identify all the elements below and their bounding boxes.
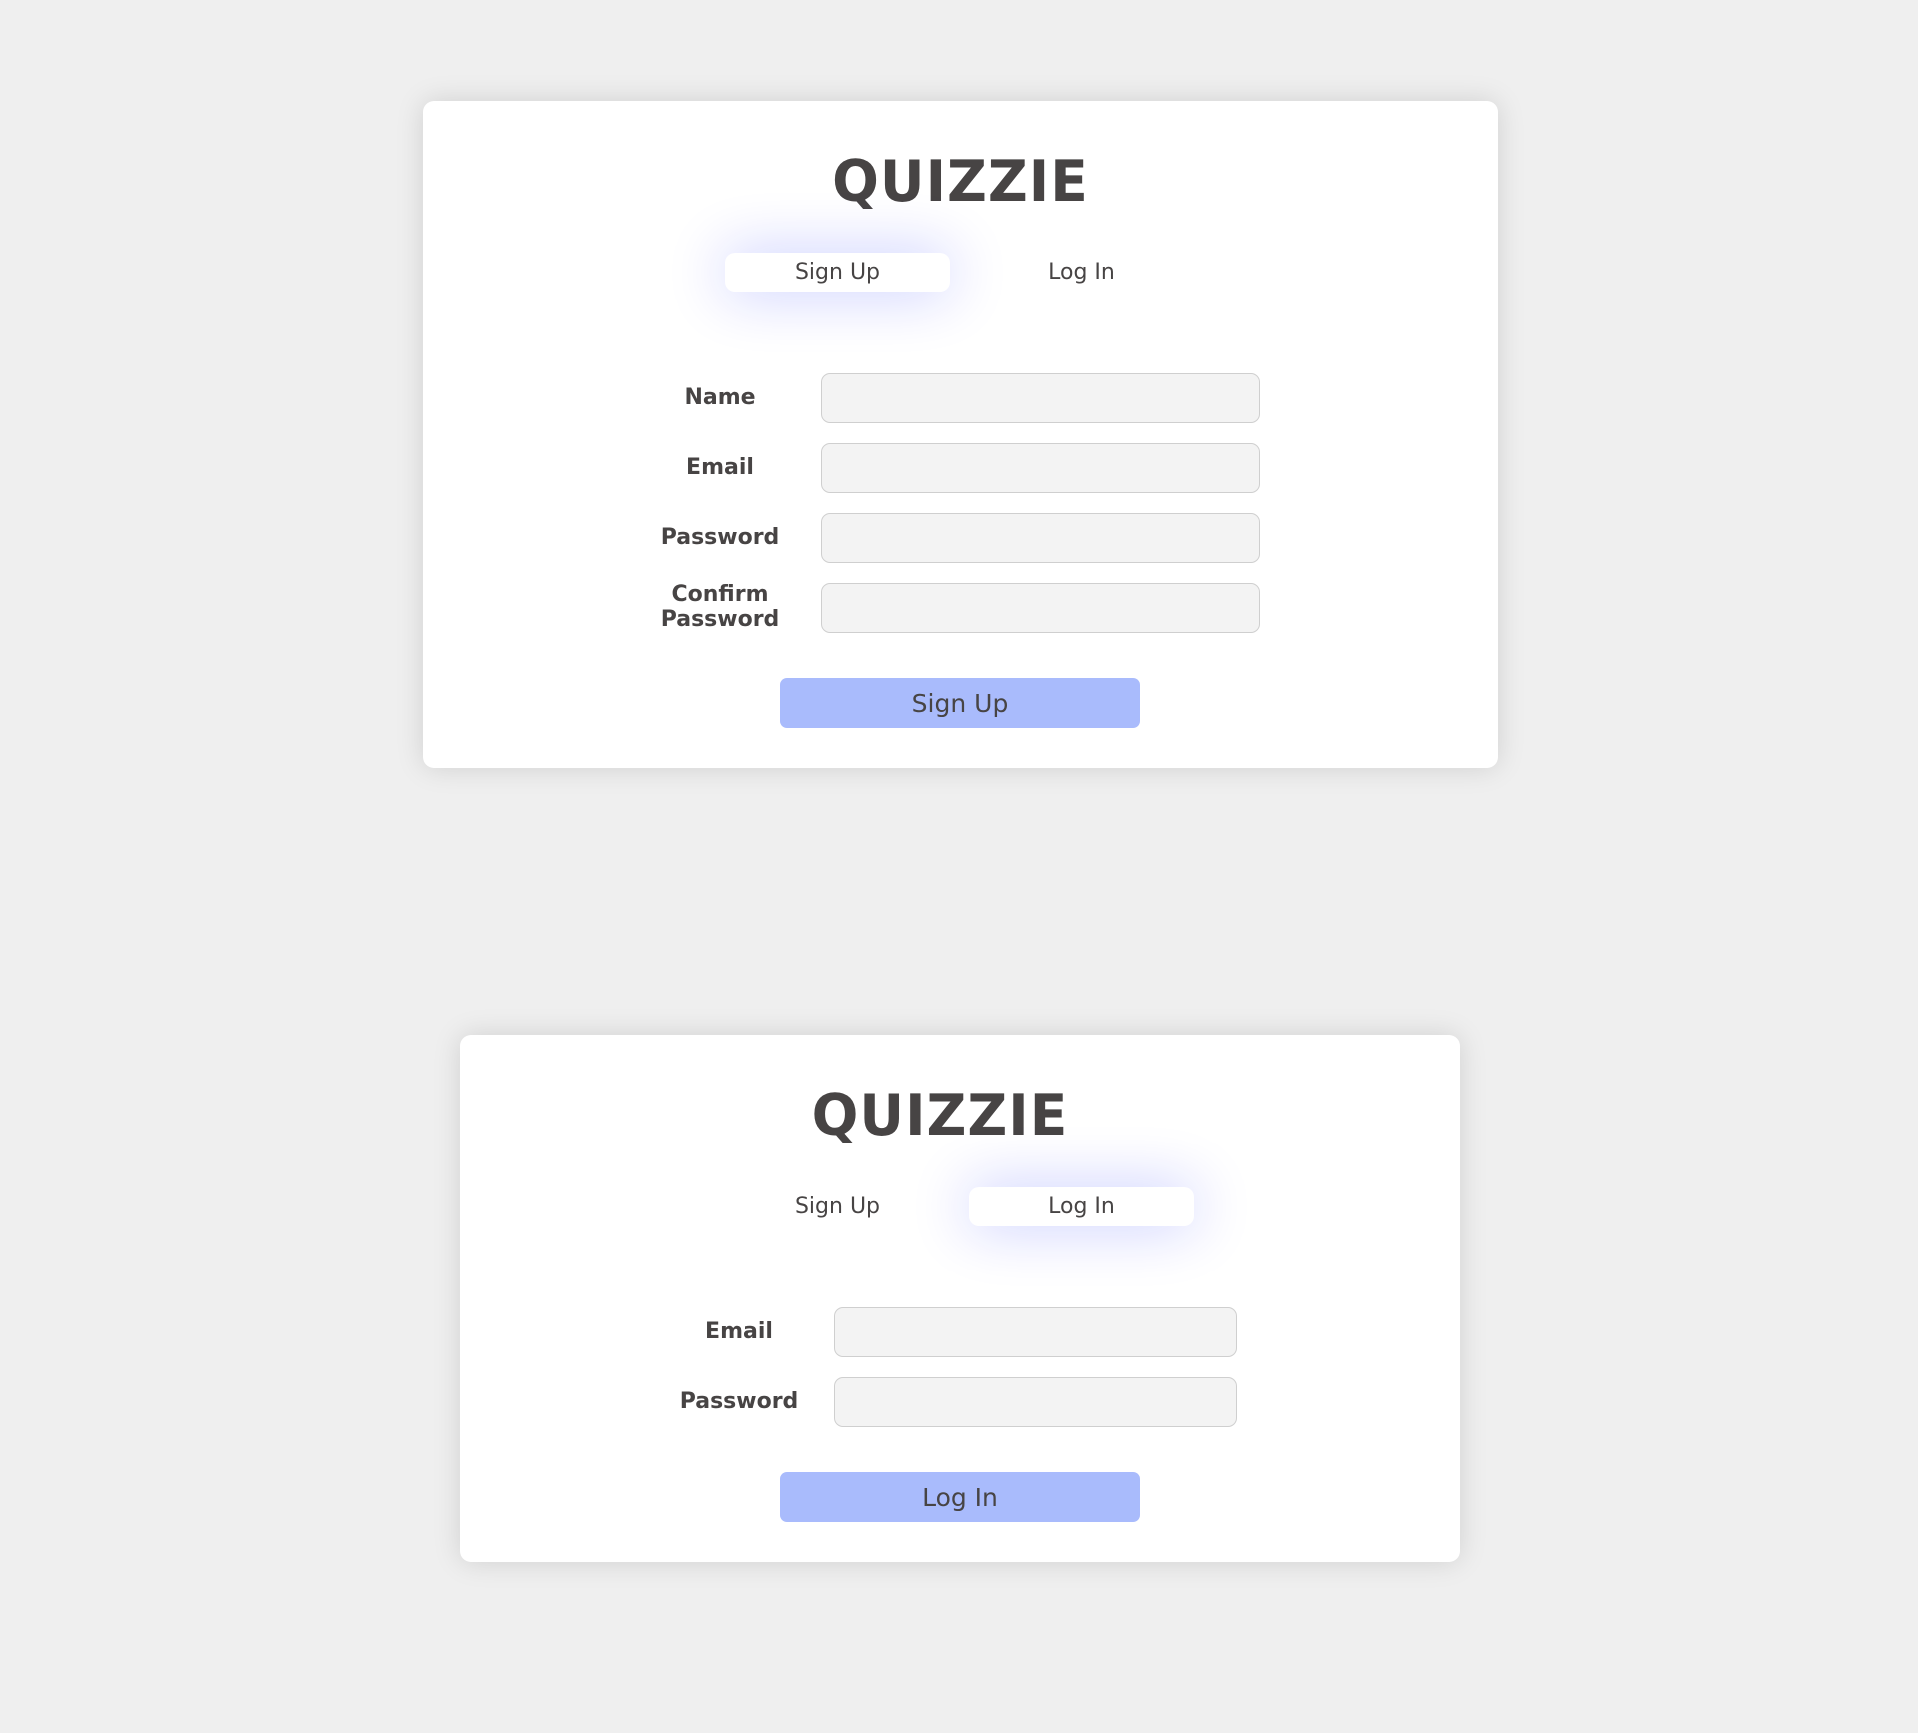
email-input[interactable]	[834, 1307, 1237, 1357]
password-label: Password	[660, 525, 780, 550]
password-input[interactable]	[821, 513, 1260, 563]
email-input[interactable]	[821, 443, 1260, 493]
name-label: Name	[684, 385, 756, 410]
sign-up-button[interactable]: Sign Up	[780, 678, 1140, 728]
brand-title: QUIZZIE	[832, 147, 1089, 215]
email-label: Email	[705, 1319, 773, 1344]
brand-title: QUIZZIE	[811, 1081, 1069, 1149]
password-input[interactable]	[834, 1377, 1237, 1427]
tab-sign-up[interactable]: Sign Up	[725, 1187, 950, 1226]
tab-sign-up[interactable]: Sign Up	[725, 253, 950, 292]
name-input[interactable]	[821, 373, 1260, 423]
email-label: Email	[686, 455, 754, 480]
signup-card: QUIZZIE Sign Up Log In Name Email Passwo…	[423, 101, 1498, 768]
tab-log-in[interactable]: Log In	[969, 1187, 1194, 1226]
confirm-password-input[interactable]	[821, 583, 1260, 633]
log-in-button[interactable]: Log In	[780, 1472, 1140, 1522]
tab-log-in[interactable]: Log In	[969, 253, 1194, 292]
password-label: Password	[679, 1389, 799, 1414]
login-card: QUIZZIE Sign Up Log In Email Password Lo…	[460, 1035, 1460, 1562]
confirm-password-label: Confirm Password	[660, 582, 780, 632]
